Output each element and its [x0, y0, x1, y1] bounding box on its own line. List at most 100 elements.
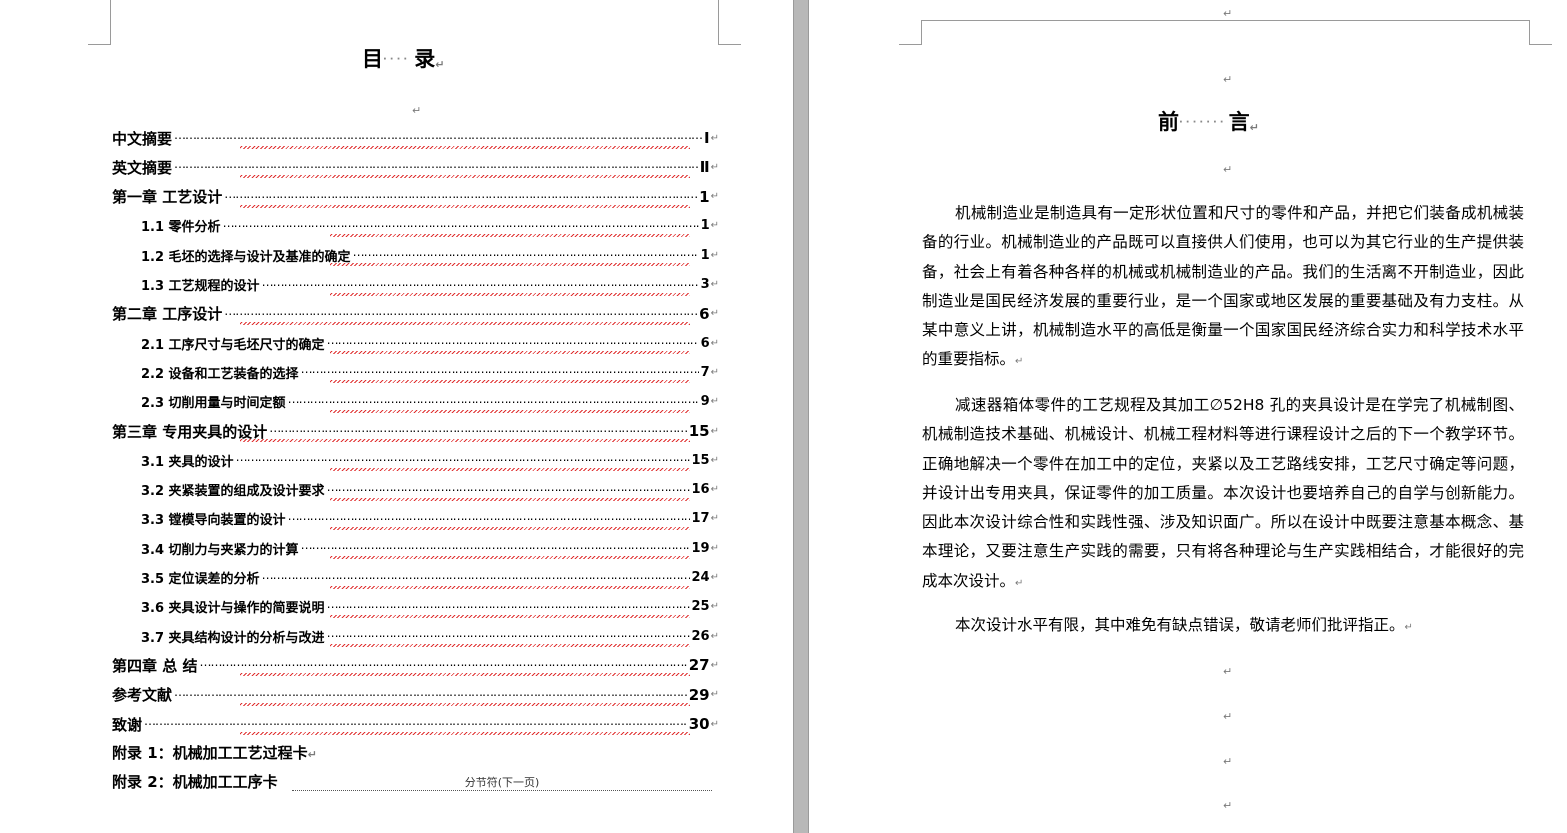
paragraph-mark: ↵: [710, 161, 719, 173]
toc-entry-title: 英文摘要: [112, 158, 173, 177]
preface-title: 前·······言↵: [1158, 110, 1259, 134]
toc-page-number: 27: [688, 656, 710, 675]
toc-entry-title: 2.3 切削用量与时间定额: [141, 396, 286, 412]
paragraph-mark: ↵: [1223, 163, 1233, 176]
crop-mark: [1529, 20, 1552, 45]
paragraph-mark: ↵: [710, 542, 719, 554]
paragraph-mark: ↵: [710, 454, 719, 466]
toc-page-number: Ⅰ: [704, 129, 710, 147]
crop-mark: [899, 20, 922, 45]
spellcheck-underline: [240, 175, 690, 179]
toc-page-number: 15: [691, 452, 710, 468]
paragraph-mark: ↵: [710, 513, 719, 525]
appendix-1: 附录 1：机械加工工艺过程卡↵: [112, 744, 317, 762]
toc-entry-title: 3.7 夹具结构设计的分析与改进: [141, 630, 325, 646]
toc-leader-dots: [144, 717, 687, 731]
toc-page-number: 24: [691, 570, 710, 585]
toc-entry-title: 第四章 总 结: [112, 656, 198, 675]
toc-page-number: 9: [700, 394, 710, 410]
paragraph-mark: ↵: [710, 572, 719, 583]
toc-page-number: 29: [688, 685, 710, 704]
paragraph-mark: ↵: [710, 308, 719, 320]
spellcheck-underline: [330, 292, 690, 296]
toc-leader-dots: [174, 131, 702, 145]
toc-page-number: 1: [700, 218, 710, 234]
paragraph-mark: ↵: [710, 396, 719, 408]
toc-entry-title: 2.1 工序尺寸与毛坯尺寸的确定: [141, 337, 325, 353]
toc-title: 目···· 录↵: [362, 47, 445, 71]
toc-leader-dots: [288, 395, 699, 409]
paragraph-mark: ↵: [710, 366, 719, 378]
toc-page-number: 30: [688, 715, 710, 733]
spellcheck-underline: [240, 146, 690, 149]
toc-entry-title: 参考文献: [112, 686, 173, 705]
header-line: [921, 20, 1529, 21]
toc-leader-dots: [223, 219, 699, 233]
toc-entry-title: 致谢: [112, 715, 143, 734]
toc-page-number: 16: [691, 482, 710, 498]
paragraph-mark: ↵: [710, 630, 719, 642]
spellcheck-underline: [330, 556, 690, 560]
toc-entry-title: 3.2 夹紧装置的组成及设计要求: [141, 484, 325, 500]
toc-entry-title: 1.1 零件分析: [141, 220, 221, 236]
toc-entry-title: 3.1 夹具的设计: [141, 454, 234, 470]
spellcheck-underline: [240, 321, 690, 325]
toc-page: 目····录↵ ↵ 中文摘要Ⅰ↵英文摘要Ⅱ↵第一章 工艺设计1↵1.1 零件分析…: [0, 0, 793, 833]
toc-leader-dots: [224, 190, 697, 204]
toc-page-number: 1: [700, 247, 710, 263]
paragraph-mark: ↵: [710, 718, 719, 730]
appendix-2: 附录 2：机械加工工序卡: [112, 773, 278, 791]
toc-page-number: 15: [688, 422, 710, 440]
toc-entry-title: 2.2 设备和工艺装备的选择: [141, 366, 299, 382]
toc-page-number: Ⅱ: [699, 158, 710, 177]
paragraph-mark: ↵: [710, 601, 719, 613]
spellcheck-underline: [330, 585, 690, 589]
paragraph-mark: ↵: [710, 220, 719, 232]
paragraph-mark: ↵: [710, 484, 719, 496]
toc-leader-dots: [353, 248, 699, 262]
spellcheck-underline: [330, 526, 690, 530]
toc-leader-dots: [327, 483, 690, 497]
spellcheck-underline: [330, 263, 690, 267]
toc-page-number: 3: [700, 277, 710, 292]
spellcheck-underline: [330, 497, 690, 501]
toc-leader-dots: [301, 541, 690, 555]
spellcheck-underline: [330, 351, 690, 355]
toc-page-number: 6: [700, 335, 710, 351]
toc-leader-dots: [174, 160, 698, 174]
paragraph-mark: ↵: [1223, 710, 1233, 723]
page-gutter: [793, 0, 809, 833]
paragraph-mark: ↵: [710, 425, 719, 437]
toc-leader-dots: [262, 571, 690, 585]
preface-paragraph-1: 机械制造业是制造具有一定形状位置和尺寸的零件和产品，并把它们装备成机械装备的行业…: [922, 204, 1524, 369]
preface-paragraph-2: 减速器箱体零件的工艺规程及其加工∅52H8 孔的夹具设计是在学完了机械制图、机械…: [922, 396, 1524, 590]
spellcheck-underline: [240, 439, 690, 442]
paragraph-mark: ↵: [710, 249, 719, 261]
paragraph-mark: ↵: [710, 689, 719, 701]
toc-entry-title: 1.2 毛坯的选择与设计及基准的确定: [141, 249, 351, 265]
toc-entry-title: 3.6 夹具设计与操作的简要说明: [141, 601, 325, 617]
toc-leader-dots: [327, 336, 699, 350]
toc-page-number: 7: [700, 364, 710, 380]
paragraph-mark: ↵: [412, 104, 422, 117]
spellcheck-underline: [330, 614, 690, 618]
spellcheck-underline: [240, 702, 690, 706]
toc-leader-dots: [236, 453, 690, 467]
spellcheck-underline: [330, 233, 690, 237]
toc-leader-dots: [174, 688, 687, 702]
paragraph-mark: ↵: [1223, 799, 1233, 812]
crop-mark: [718, 0, 741, 45]
paragraph-mark: ↵: [710, 132, 719, 144]
toc-page-number: 26: [691, 628, 710, 644]
spellcheck-underline: [330, 380, 690, 384]
toc-leader-dots: [288, 512, 690, 526]
toc-leader-dots: [327, 629, 690, 643]
spellcheck-underline: [240, 204, 690, 208]
crop-mark: [88, 0, 111, 45]
toc-leader-dots: [269, 424, 687, 438]
paragraph-mark: ↵: [1223, 73, 1233, 86]
toc-entry-title: 3.4 切削力与夹紧力的计算: [141, 542, 299, 558]
toc-entry-title: 中文摘要: [112, 129, 173, 148]
toc-leader-dots: [199, 658, 686, 672]
toc-page-number: 25: [691, 599, 710, 615]
